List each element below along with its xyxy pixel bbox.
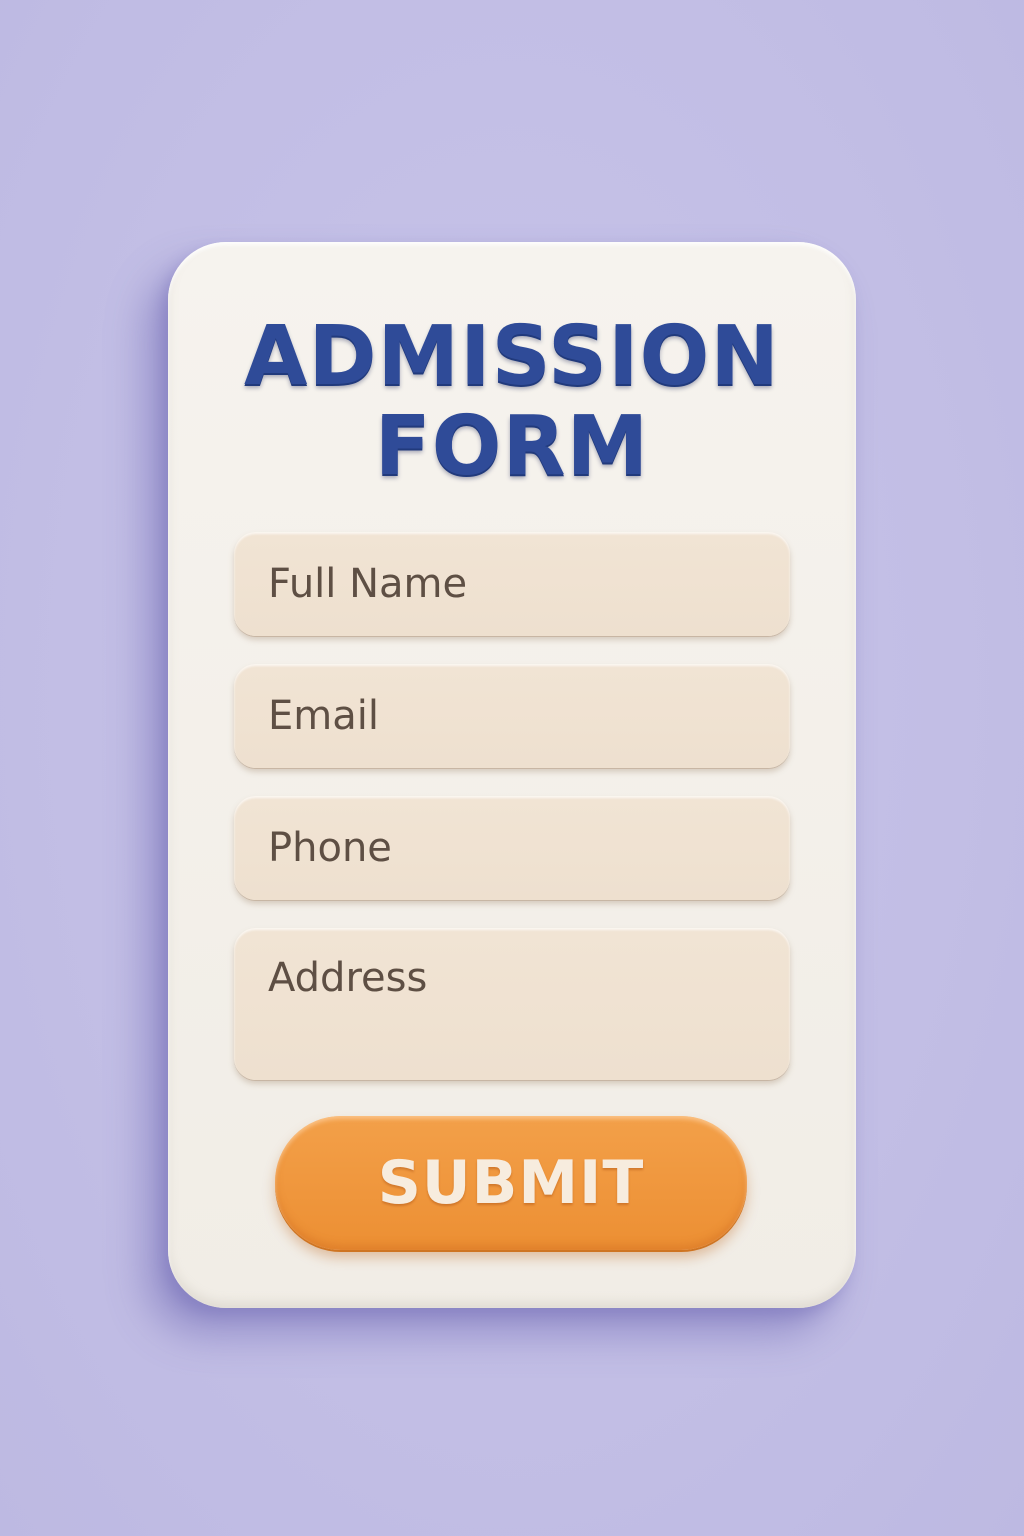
submit-button[interactable]: SUBMIT [275, 1116, 747, 1250]
page-background: ADMISSION FORM Full Name Email Phone Add… [0, 0, 1024, 1536]
email-field[interactable]: Email [234, 664, 790, 768]
form-title: ADMISSION FORM [0, 312, 1024, 492]
phone-field[interactable]: Phone [234, 796, 790, 900]
address-placeholder: Address [268, 955, 428, 1001]
full-name-placeholder: Full Name [268, 561, 468, 607]
address-field[interactable]: Address [234, 928, 790, 1080]
form-title-line-1: ADMISSION [244, 309, 780, 404]
phone-placeholder: Phone [268, 825, 392, 871]
form-title-line-2: FORM [374, 399, 650, 494]
email-placeholder: Email [268, 693, 379, 739]
full-name-field[interactable]: Full Name [234, 532, 790, 636]
